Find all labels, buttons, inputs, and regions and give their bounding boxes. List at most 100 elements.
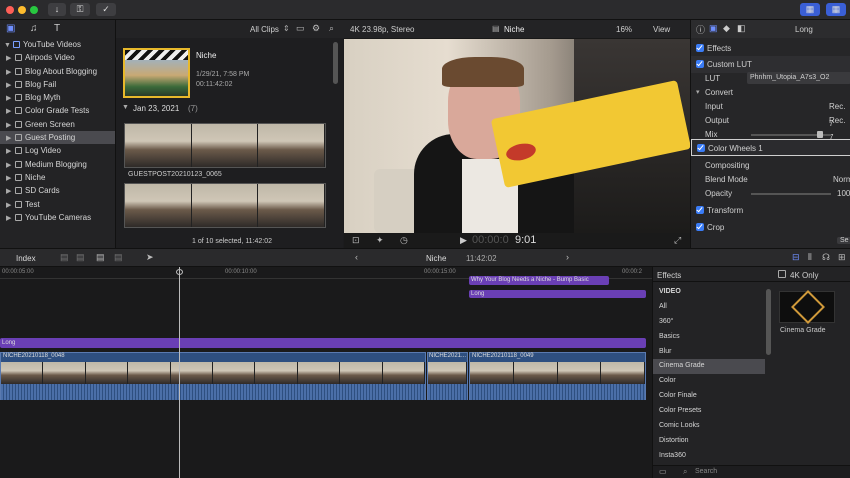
chevron-right-icon[interactable]: ▶ [6,92,12,105]
opacity-slider[interactable] [751,193,831,195]
speed-icon[interactable]: ◷ [400,235,408,246]
view-menu[interactable]: View [653,25,670,34]
keywords-button[interactable]: ⚿ [70,3,90,16]
connect-icon[interactable]: ▤ [114,252,123,263]
library-event[interactable]: ▶ Blog Fail [0,78,115,91]
effects-browser-icon[interactable]: ⊞ [838,252,846,263]
chevron-right-icon[interactable]: ▶ [6,79,12,92]
video-inspector-icon[interactable]: ▣ [709,23,718,34]
checkbox[interactable] [696,223,704,231]
crop-row[interactable]: Crop [691,219,850,236]
library-event[interactable]: ▶ Medium Blogging [0,158,115,171]
library-event[interactable]: ▶ SD Cards [0,184,115,197]
photos-audio-icon[interactable]: ♫ [30,23,38,34]
transform-row[interactable]: Transform [691,202,850,219]
library-event[interactable]: ▶ YouTube Cameras [0,211,115,224]
clip-appearance-icon[interactable]: ⊟ [792,252,800,263]
chevron-right-icon[interactable]: ▶ [6,185,12,198]
checkbox[interactable] [696,206,704,214]
playhead-handle[interactable] [176,269,183,275]
chevron-down-icon[interactable]: ▼ [122,104,129,111]
effects-category[interactable]: Color [653,374,765,389]
share-layout-button[interactable]: ▦ [826,3,846,16]
clip-filter-dropdown[interactable]: All Clips [250,25,279,34]
library-event[interactable]: ▶ Test [0,198,115,211]
checkbox[interactable] [778,270,786,278]
chevron-right-icon[interactable]: ▶ [6,172,12,185]
secondary-clip[interactable]: NICHE2021... [427,352,468,400]
filmstrip-view-icon[interactable]: ▭ [296,23,305,34]
chevron-right-icon[interactable]: ▶ [6,66,12,79]
checkbox[interactable] [696,60,704,68]
audio-inspector-icon[interactable]: ◧ [737,23,746,34]
color-wheels-row[interactable]: Color Wheels 1 [691,139,850,156]
playhead[interactable] [179,267,180,478]
chevron-right-icon[interactable]: ▶ [6,52,12,65]
color-inspector-icon[interactable]: ◆ [723,23,730,34]
primary-clip[interactable]: NICHE20210118_0048 [0,352,426,400]
checkbox[interactable] [696,44,704,52]
effects-category[interactable]: Cinema Grade [653,359,765,375]
chevron-right-icon[interactable]: ▶ [6,212,12,225]
effects-category[interactable]: Color Finale [653,389,765,404]
index-button[interactable]: Index [16,254,36,263]
overwrite-icon[interactable]: ▤ [96,252,105,263]
libraries-icon[interactable]: ▣ [6,23,15,34]
effects-section[interactable]: Effects [691,40,850,57]
effects-category[interactable]: All [653,300,765,315]
save-effects-button[interactable]: Se [837,237,850,244]
info-icon[interactable]: ⓘ [696,23,705,36]
library-event[interactable]: ▶ Blog Myth [0,91,115,104]
titles-generators-icon[interactable]: T [54,23,60,34]
opacity-value[interactable]: 100 [837,185,850,202]
library-event[interactable]: ▶ Green Screen [0,118,115,131]
search-icon[interactable]: ⌕ [329,23,334,34]
scrollbar[interactable] [766,289,771,355]
background-tasks-button[interactable]: ✓ [96,3,116,16]
settings-icon[interactable]: ⚙ [312,23,320,34]
close-window-button[interactable] [6,6,14,14]
adjustment-clip-top[interactable]: Long [469,290,646,298]
slider-thumb[interactable] [817,131,823,138]
select-tool-icon[interactable]: ➤ [146,252,154,263]
insert-icon[interactable]: ▤ [76,252,85,263]
lut-dropdown[interactable]: Phnhm_Utopia_A7s3_O2 [747,72,850,84]
library-event[interactable]: ▶ Blog About Blogging [0,65,115,78]
minimize-window-button[interactable] [18,6,26,14]
chevron-right-icon[interactable]: ▶ [6,132,12,145]
audio-meter-icon[interactable]: ⫴ [808,252,812,263]
chevron-right-icon[interactable]: ▶ [6,119,12,132]
effects-search-input[interactable]: Search [695,468,717,475]
fullscreen-icon[interactable]: ⤢ [674,235,681,246]
scrollbar[interactable] [333,42,338,84]
library-event[interactable]: ▶ Airpods Video [0,51,115,64]
zoom-dropdown[interactable]: 16% [616,25,632,34]
adjustment-clip-main[interactable]: Long [0,338,646,348]
library-root[interactable]: ▼ YouTube Videos [0,38,115,51]
headphones-icon[interactable]: ☊ [822,252,830,263]
tertiary-clip[interactable]: NICHE20210118_0049 [469,352,646,400]
chevron-right-icon[interactable]: ▶ [6,145,12,158]
clip-filmstrip[interactable] [124,123,326,168]
effects-category[interactable]: Distortion [653,434,765,449]
chevron-right-icon[interactable]: ▶ [6,105,12,118]
chevron-right-icon[interactable]: ▶ [6,199,12,212]
transform-icon[interactable]: ⊡ [352,235,360,246]
zoom-window-button[interactable] [30,6,38,14]
chevron-right-icon[interactable]: ▶ [6,159,12,172]
append-icon[interactable]: ▤ [60,252,69,263]
library-event[interactable]: ▶ Guest Posting [0,131,115,145]
back-arrow-icon[interactable]: ‹ [355,252,358,262]
effects-category[interactable]: Color Presets [653,404,765,419]
title-clip[interactable]: Why Your Blog Needs a Niche - Bump Basic [469,276,609,285]
checkbox[interactable] [697,144,705,152]
enhance-icon[interactable]: ✦ [376,235,384,246]
effects-category[interactable]: Basics [653,330,765,345]
effects-category[interactable]: 360° [653,315,765,330]
library-event[interactable]: ▶ Color Grade Tests [0,104,115,117]
sidebar-toggle-icon[interactable]: ▭ [659,467,667,476]
project-thumbnail[interactable] [123,48,190,98]
clip-filmstrip[interactable] [124,183,326,228]
library-event[interactable]: ▶ Niche [0,171,115,184]
effects-category[interactable]: Insta360 [653,449,765,464]
